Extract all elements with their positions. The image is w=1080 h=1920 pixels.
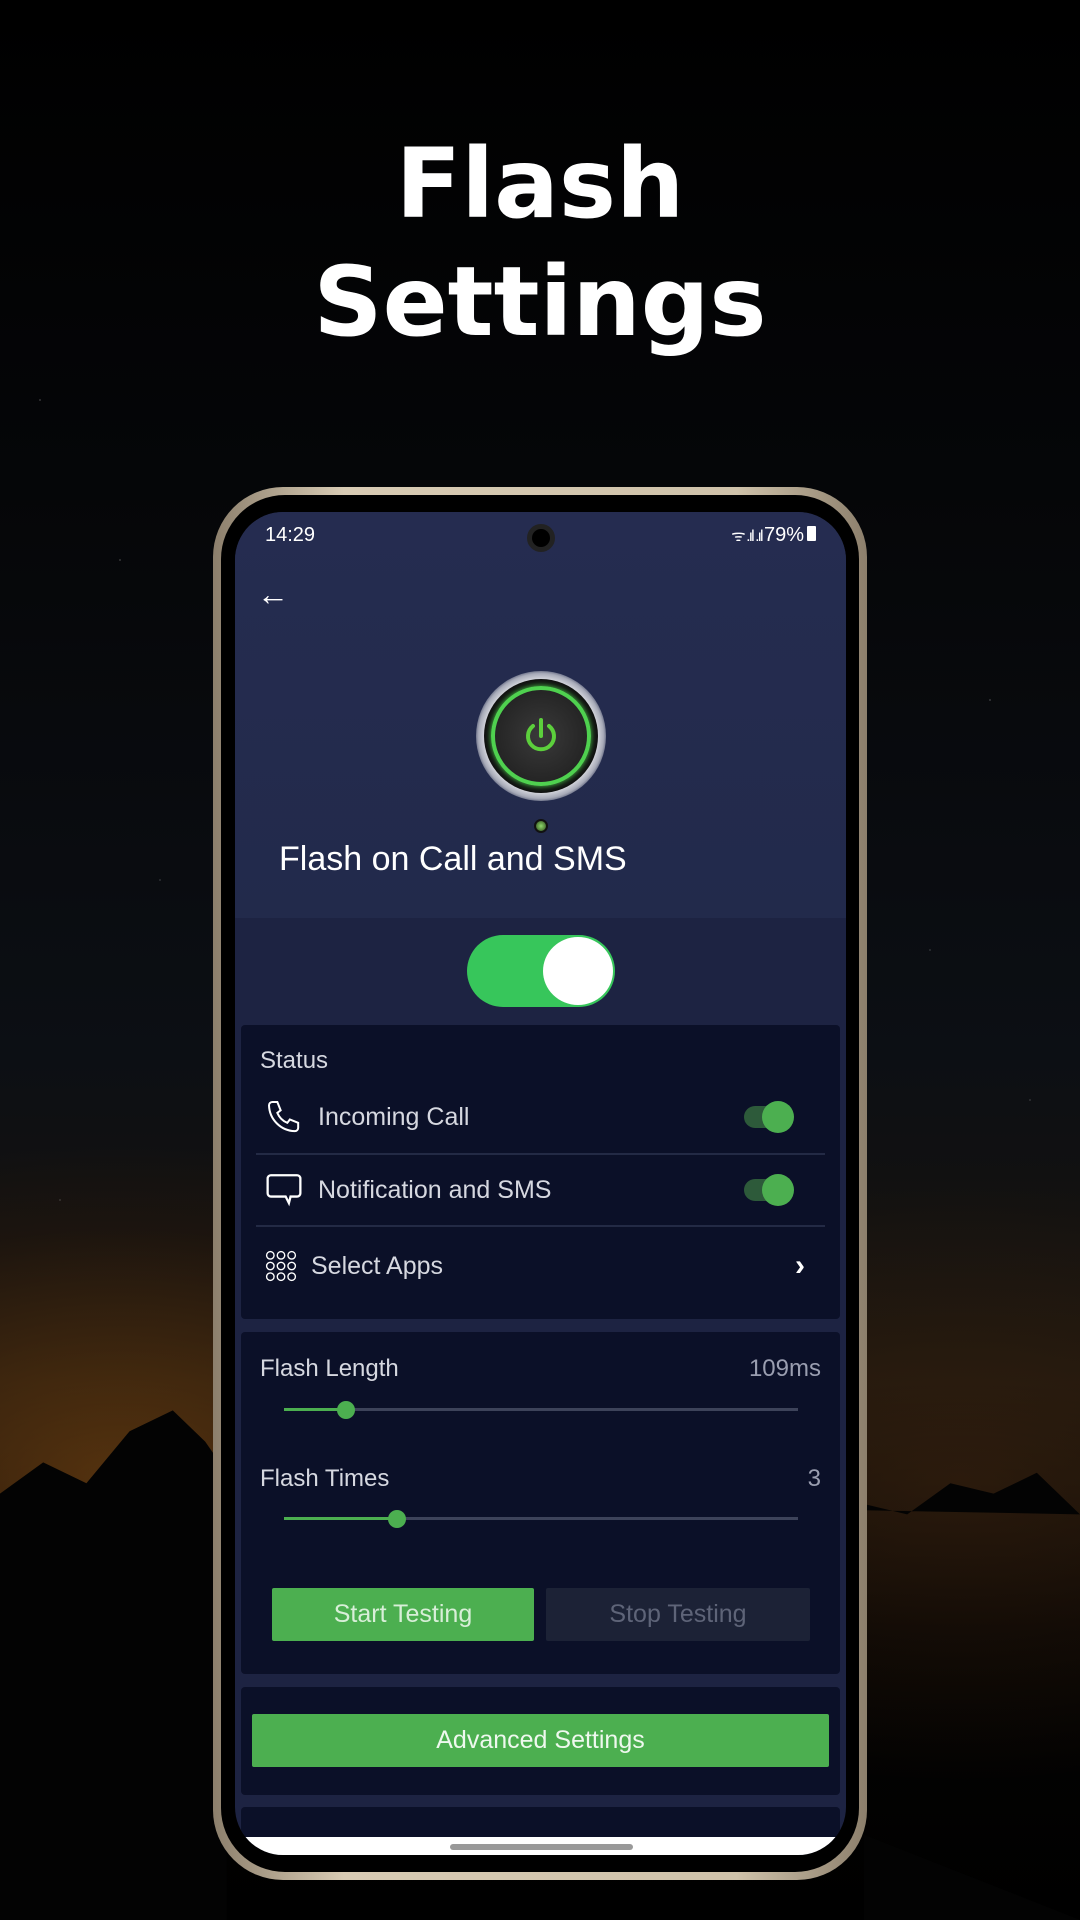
flash-times-slider[interactable]	[284, 1510, 798, 1528]
master-toggle[interactable]	[467, 935, 615, 1007]
power-button[interactable]	[484, 679, 598, 793]
incoming-call-toggle[interactable]	[744, 1101, 794, 1133]
flash-length-slider[interactable]	[284, 1401, 798, 1419]
power-icon	[526, 718, 556, 752]
camera-cutout	[527, 524, 555, 552]
battery-level: 79%	[763, 524, 804, 546]
back-arrow-icon[interactable]: ←	[257, 576, 293, 612]
feature-title: Flash on Call and SMS	[279, 840, 627, 878]
flash-times-label: Flash Times	[260, 1465, 390, 1492]
phone-frame: 14:29 ᯤ .ıl .ıl 79% ← Flash on Call and …	[213, 487, 867, 1880]
list-item-notification-sms[interactable]: Notification and SMS	[256, 1155, 825, 1225]
status-time: 14:29	[265, 524, 316, 546]
home-indicator[interactable]	[450, 1844, 633, 1850]
notification-sms-toggle[interactable]	[744, 1174, 794, 1206]
chevron-right-icon: ›	[795, 1249, 805, 1282]
stop-testing-button[interactable]: Stop Testing	[546, 1588, 810, 1641]
indicator-led	[534, 819, 548, 833]
status-card: Status Incoming Call Notification and SM…	[241, 1025, 840, 1319]
apps-grid-icon	[265, 1250, 297, 1282]
list-item-incoming-call[interactable]: Incoming Call	[256, 1082, 825, 1152]
battery-icon	[807, 526, 816, 541]
flash-length-label: Flash Length	[260, 1355, 399, 1382]
flash-length-value: 109ms	[748, 1355, 821, 1382]
app-screen: 14:29 ᯤ .ıl .ıl 79% ← Flash on Call and …	[235, 512, 846, 1855]
advanced-settings-button[interactable]: Advanced Settings	[252, 1714, 829, 1767]
phone-icon	[267, 1101, 300, 1133]
status-heading: Status	[260, 1047, 329, 1074]
headline: Flash Settings	[313, 128, 767, 358]
flash-settings-card: Flash Length 109ms Flash Times 3 Start T…	[241, 1332, 840, 1674]
signal-icon: ᯤ .ıl .ıl	[731, 528, 764, 545]
advanced-card: Advanced Settings	[241, 1687, 840, 1795]
start-testing-button[interactable]: Start Testing	[272, 1588, 534, 1641]
message-icon	[266, 1174, 302, 1207]
list-item-select-apps[interactable]: Select Apps ›	[256, 1231, 825, 1301]
flash-times-value: 3	[807, 1465, 821, 1492]
